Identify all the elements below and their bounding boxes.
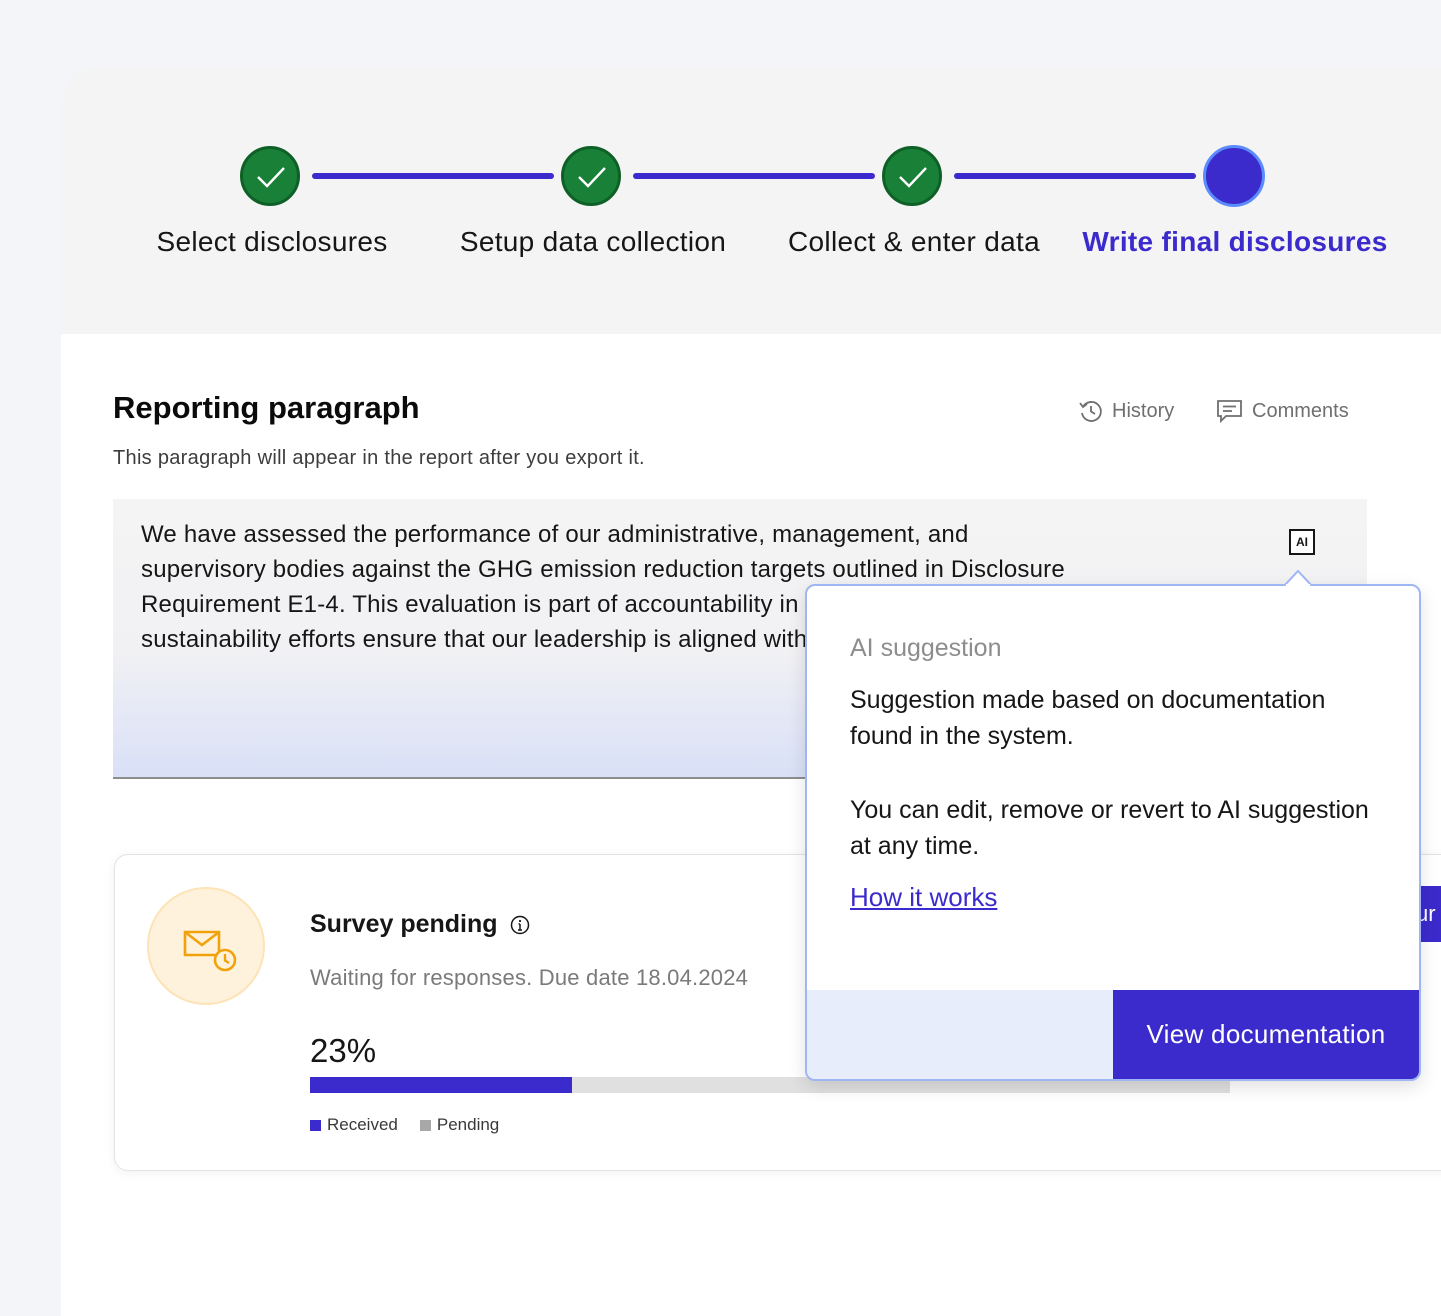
mail-clock-icon (183, 930, 237, 972)
checkmark-icon (578, 167, 606, 188)
step-2-label[interactable]: Setup data collection (460, 226, 726, 258)
step-4-label[interactable]: Write final disclosures (1082, 226, 1387, 258)
step-4-active[interactable] (1203, 145, 1265, 207)
ai-suggestion-popover: AI suggestion Suggestion made based on d… (805, 584, 1421, 1081)
step-connector (954, 173, 1196, 179)
legend-swatch-received (310, 1119, 321, 1131)
legend-swatch-pending (419, 1119, 431, 1131)
ai-icon[interactable]: AI (1289, 529, 1315, 555)
stepper: Select disclosures Setup data collection… (61, 66, 1441, 334)
popover-caret (1284, 570, 1312, 586)
popover-body-text: Suggestion made based on documentation f… (850, 686, 1326, 750)
history-icon (1079, 401, 1102, 422)
comment-icon (1217, 400, 1242, 424)
survey-title: Survey pending (310, 910, 530, 939)
popover-body: Suggestion made based on documentation f… (850, 682, 1370, 902)
step-1-label[interactable]: Select disclosures (156, 226, 387, 258)
survey-due-date: Waiting for responses. Due date 18.04.20… (310, 965, 749, 990)
how-it-works-link[interactable]: How it works (850, 882, 997, 913)
legend-pending-label: Pending (436, 1115, 500, 1134)
step-3-label[interactable]: Collect & enter data (788, 226, 1040, 258)
survey-progress-fill (310, 1077, 573, 1093)
legend-received-label: Received (327, 1115, 398, 1134)
view-documentation-button[interactable]: View documentation (1113, 990, 1419, 1079)
step-1-complete[interactable] (240, 146, 300, 206)
legend-pending: Pending (419, 1115, 500, 1135)
info-icon[interactable] (510, 915, 530, 935)
popover-label: AI suggestion (850, 634, 1002, 662)
popover-footer: View documentation (807, 990, 1419, 1079)
survey-title-text: Survey pending (310, 910, 498, 938)
checkmark-icon (899, 167, 927, 188)
survey-icon-container (147, 887, 265, 1005)
comments-label: Comments (1252, 399, 1349, 422)
legend-received: Received (310, 1115, 398, 1135)
step-2-complete[interactable] (561, 146, 621, 206)
history-label: History (1112, 399, 1175, 422)
step-connector (312, 173, 554, 179)
step-3-complete[interactable] (882, 146, 942, 206)
section-subtitle: This paragraph will appear in the report… (113, 447, 645, 469)
checkmark-icon (257, 167, 285, 188)
survey-percent: 23% (310, 1032, 377, 1069)
step-connector (633, 173, 875, 179)
popover-body-text: You can edit, remove or revert to AI sug… (850, 796, 1369, 860)
progress-legend: Received Pending (310, 1115, 499, 1135)
comments-button[interactable]: Comments (1216, 398, 1349, 424)
history-button[interactable]: History (1078, 398, 1174, 424)
section-title: Reporting paragraph (113, 390, 420, 425)
